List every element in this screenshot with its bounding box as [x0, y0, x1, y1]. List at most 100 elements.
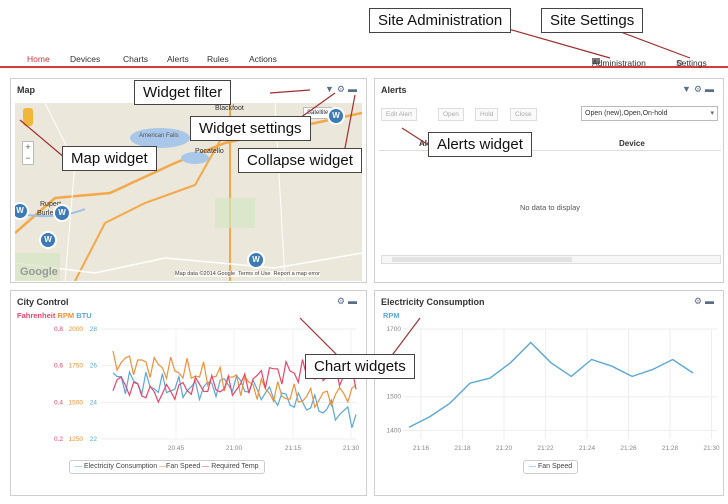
city-control-widget: City Control ⚙▬ Fahrenheit RPM BTU 0.8 20… — [10, 290, 367, 496]
axis-label-fahrenheit: Fahrenheit — [17, 311, 56, 320]
settings-label: Settings — [676, 58, 707, 68]
x-tick-label: 21:00 — [226, 445, 243, 452]
y-tick-rpm: 1250 — [69, 436, 84, 443]
axis-labels: Fahrenheit RPM BTU — [17, 311, 92, 320]
map-attribution: Map data ©2014 Google Terms of Use Repor… — [175, 271, 321, 277]
column-device[interactable]: Device — [619, 139, 645, 148]
gear-icon[interactable]: ⚙ — [694, 296, 705, 307]
filter-icon[interactable]: ▼ — [325, 84, 337, 94]
callout-chart-widgets: Chart widgets — [305, 354, 415, 379]
y-tick-fahrenheit: 0.6 — [54, 363, 63, 370]
electricity-widget: Electricity Consumption ⚙▬ RPM 1700 1500 1… — [374, 290, 724, 496]
legend-item[interactable]: Required Temp — [211, 463, 258, 470]
place-label: American Falls — [139, 133, 179, 139]
widget-controls: ▼⚙▬ — [682, 84, 717, 95]
scrollbar-thumb[interactable] — [392, 257, 572, 262]
widget-title: Electricity Consumption — [381, 297, 485, 307]
x-tick-label: 21:30 — [343, 445, 360, 452]
x-tick-label: 21:22 — [537, 445, 554, 452]
widget-controls: ▼⚙▬ — [325, 84, 360, 95]
status-filter-select[interactable]: Open (new),Open,On-hold ▾ — [581, 106, 718, 121]
tab-actions[interactable]: Actions — [249, 54, 277, 64]
map-marker-icon[interactable]: W — [53, 204, 71, 222]
horizontal-scrollbar[interactable] — [381, 255, 721, 264]
x-tick-label: 21:18 — [454, 445, 471, 452]
axis-label-rpm: RPM — [383, 311, 400, 320]
callout-map-widget: Map widget — [62, 146, 157, 171]
map-marker-icon[interactable]: W — [247, 251, 265, 269]
legend-item[interactable]: Fan Speed — [538, 463, 572, 470]
gear-icon[interactable]: ⚙ — [337, 84, 348, 95]
close-button[interactable]: Close — [510, 108, 537, 121]
y-tick-fahrenheit: 0.4 — [54, 399, 63, 406]
widget-title: City Control — [17, 297, 69, 307]
callout-alerts-widget: Alerts widget — [428, 132, 532, 157]
widget-title: Alerts — [381, 85, 407, 95]
gear-icon[interactable]: ⚙ — [337, 296, 348, 307]
x-tick-label: 20:45 — [168, 445, 185, 452]
x-tick-label: 21:26 — [620, 445, 637, 452]
series-line — [408, 341, 694, 428]
tab-home[interactable]: Home — [27, 54, 50, 64]
y-tick-btu: 26 — [90, 363, 98, 370]
x-tick-label: 21:15 — [285, 445, 302, 452]
google-logo: Google — [20, 266, 58, 278]
map-widget: Map ▼⚙▬ Blackfoot Pocatello American Fal… — [10, 78, 367, 283]
y-tick-btu: 24 — [90, 399, 98, 406]
administration-label: Administration — [592, 58, 646, 68]
widget-controls: ⚙▬ — [694, 296, 717, 307]
callout-widget-filter: Widget filter — [134, 80, 232, 105]
y-tick-fahrenheit: 0.2 — [54, 436, 63, 443]
axis-label-btu: BTU — [76, 311, 92, 320]
collapse-icon[interactable]: ▬ — [705, 84, 717, 94]
collapse-icon[interactable]: ▬ — [705, 296, 717, 306]
y-tick-rpm: 2000 — [69, 326, 84, 333]
tab-rules[interactable]: Rules — [207, 54, 229, 64]
pegman-icon[interactable] — [23, 108, 33, 126]
collapse-icon[interactable]: ▬ — [348, 84, 360, 94]
y-tick-label: 1400 — [387, 428, 402, 435]
x-tick-label: 21:28 — [662, 445, 679, 452]
map-marker-icon[interactable]: W — [327, 107, 345, 125]
x-tick-label: 21:20 — [496, 445, 513, 452]
terms-link[interactable]: Terms of Use — [238, 271, 270, 277]
filter-icon[interactable]: ▼ — [682, 84, 694, 94]
status-filter-value: Open (new),Open,On-hold — [585, 110, 668, 117]
collapse-icon[interactable]: ▬ — [348, 296, 360, 306]
open-button[interactable]: Open — [438, 108, 464, 121]
callout-site-administration: Site Administration — [369, 8, 512, 33]
edit-alert-button[interactable]: Edit Alert — [381, 108, 418, 121]
place-label: Pocatello — [195, 148, 224, 155]
map-marker-icon[interactable]: W — [39, 231, 57, 249]
widget-controls: ⚙▬ — [337, 296, 360, 307]
y-tick-fahrenheit: 0.8 — [54, 326, 63, 333]
widget-title: Map — [17, 85, 35, 95]
x-tick-label: 21:16 — [413, 445, 430, 452]
tab-devices[interactable]: Devices — [70, 54, 100, 64]
legend-item[interactable]: Electricity Consumption — [84, 463, 157, 470]
empty-message: No data to display — [519, 203, 581, 212]
place-label: Blackfoot — [215, 105, 244, 112]
gear-icon[interactable]: ⚙ — [694, 84, 705, 95]
y-tick-rpm: 1750 — [69, 363, 84, 370]
callout-widget-settings: Widget settings — [190, 116, 311, 141]
tab-alerts[interactable]: Alerts — [167, 54, 189, 64]
tab-charts[interactable]: Charts — [123, 54, 148, 64]
callout-collapse-widget: Collapse widget — [238, 148, 362, 173]
zoom-control[interactable]: + − — [22, 141, 34, 165]
electricity-chart: 1700 1500 1400 21:16 21:18 21:20 21:22 21:24 21:… — [387, 326, 720, 452]
legend-item[interactable]: Fan Speed — [166, 463, 200, 470]
y-tick-label: 1700 — [387, 326, 402, 333]
axis-label-rpm: RPM — [57, 311, 75, 320]
y-tick-rpm: 1500 — [69, 399, 84, 406]
hold-button[interactable]: Hold — [475, 108, 499, 121]
chart-legend: — Electricity Consumption —Fan Speed — R… — [69, 460, 265, 474]
alerts-widget: Alerts ▼⚙▬ Edit Alert Open Hold Close Op… — [374, 78, 724, 283]
chart-legend: — Fan Speed — [523, 460, 579, 474]
x-tick-label: 21:30 — [703, 445, 720, 452]
y-tick-label: 1500 — [387, 394, 402, 401]
attribution-text: Map data ©2014 Google — [175, 271, 236, 277]
y-tick-btu: 22 — [90, 436, 98, 443]
y-tick-btu: 28 — [90, 326, 98, 333]
report-link[interactable]: Report a map error — [274, 271, 320, 277]
